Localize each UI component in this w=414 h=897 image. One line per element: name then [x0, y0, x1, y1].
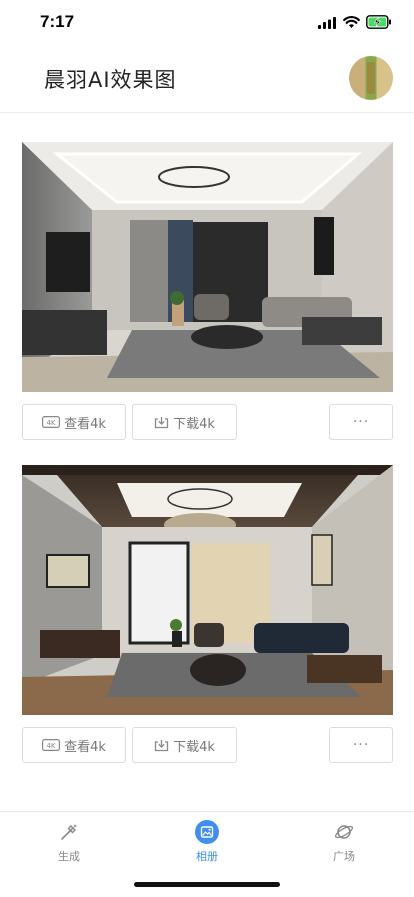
avatar[interactable] — [349, 56, 393, 100]
app-header: 晨羽AI效果图 — [0, 44, 414, 113]
tab-square-label: 广场 — [333, 850, 355, 863]
render-image[interactable] — [22, 465, 393, 715]
status-time: 7:17 — [40, 12, 75, 31]
render-image[interactable] — [22, 142, 393, 392]
card-actions: 4K 查看4k 下载4k ··· — [22, 727, 393, 765]
more-options-button[interactable]: ··· — [329, 404, 393, 440]
tab-album-label: 相册 — [196, 850, 218, 863]
download-4k-label: 下载4k — [173, 739, 215, 755]
cellular-signal-icon — [318, 17, 336, 29]
tab-generate[interactable]: 生成 — [29, 820, 109, 864]
tab-square[interactable]: 广场 — [304, 820, 384, 864]
4k-badge-icon: 4K — [42, 739, 61, 751]
render-card: 4K 查看4k 下载4k ··· — [22, 142, 393, 442]
4k-badge-icon: 4K — [42, 416, 61, 428]
home-indicator — [134, 882, 280, 887]
living-room-render-image — [22, 465, 393, 715]
living-room-render-image — [22, 142, 393, 392]
download-4k-label: 下载4k — [173, 416, 215, 432]
render-card: 4K 查看4k 下载4k ··· — [22, 465, 393, 765]
download-icon — [154, 739, 169, 752]
more-icon: ··· — [352, 737, 370, 753]
svg-text:4K: 4K — [47, 742, 56, 750]
view-4k-button[interactable]: 4K 查看4k — [22, 404, 126, 440]
album-icon — [167, 820, 247, 844]
wand-icon — [29, 820, 109, 844]
view-4k-label: 查看4k — [64, 739, 106, 755]
wifi-icon — [343, 15, 360, 28]
svg-text:4K: 4K — [47, 419, 56, 427]
download-4k-button[interactable]: 下载4k — [132, 404, 237, 440]
view-4k-button[interactable]: 4K 查看4k — [22, 727, 126, 763]
more-options-button[interactable]: ··· — [329, 727, 393, 763]
view-4k-label: 查看4k — [64, 416, 106, 432]
more-icon: ··· — [352, 414, 370, 430]
download-4k-button[interactable]: 下载4k — [132, 727, 237, 763]
page-title: 晨羽AI效果图 — [44, 68, 177, 92]
battery-charging-icon — [366, 15, 391, 29]
card-actions: 4K 查看4k 下载4k ··· — [22, 404, 393, 442]
tab-generate-label: 生成 — [58, 850, 80, 863]
status-bar: 7:17 — [0, 0, 414, 44]
download-icon — [154, 416, 169, 429]
tab-album[interactable]: 相册 — [167, 820, 247, 864]
planet-icon — [304, 820, 384, 844]
